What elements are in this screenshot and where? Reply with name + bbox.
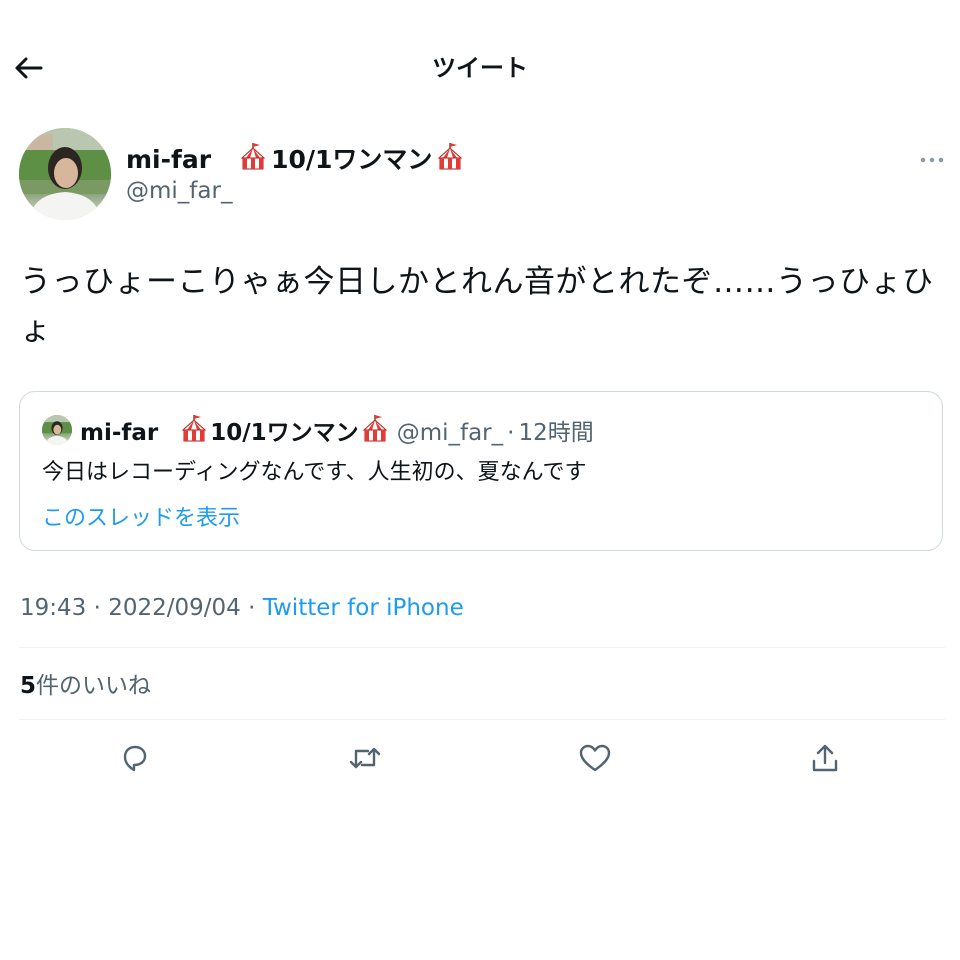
- circus-tent-icon: [361, 414, 389, 451]
- divider: [19, 719, 945, 720]
- tweet-source-link[interactable]: Twitter for iPhone: [263, 595, 464, 621]
- tweet-time: 19:43: [20, 595, 87, 621]
- quoted-header: mi-far 10/1ワンマン @mi_far_ · 12時間: [80, 414, 594, 451]
- author-handle[interactable]: @mi_far_: [126, 176, 232, 206]
- quoted-author-handle: @mi_far_: [396, 419, 504, 446]
- meta-separator: ·: [93, 595, 101, 621]
- tweet-meta: 19:43 · 2022/09/04 · Twitter for iPhone: [20, 592, 464, 624]
- like-button[interactable]: [575, 738, 615, 778]
- avatar-image: [19, 128, 111, 220]
- display-name[interactable]: mi-far 10/1ワンマン: [126, 142, 468, 178]
- author-name-suffix: 10/1ワンマン: [271, 145, 433, 174]
- quoted-author-name: mi-far: [80, 419, 159, 446]
- tweet-text: うっひょーこりゃぁ今日しかとれん音がとれたぞ……うっひょひょ: [20, 264, 934, 348]
- tweet-date[interactable]: 2022/09/04: [108, 595, 241, 621]
- likes-stat[interactable]: 5件のいいね: [20, 670, 151, 702]
- retweet-button[interactable]: [345, 738, 385, 778]
- quoted-separator: ·: [507, 419, 515, 446]
- likes-label: 件のいいね: [36, 673, 152, 699]
- quoted-author-name-suffix: 10/1ワンマン: [210, 419, 359, 446]
- divider: [19, 647, 945, 648]
- share-button[interactable]: [805, 738, 845, 778]
- quoted-tweet-text: 今日はレコーディングなんです、人生初の、夏なんです: [42, 460, 587, 485]
- quoted-time: 12時間: [518, 419, 594, 446]
- share-icon: [812, 744, 838, 772]
- quoted-avatar: [42, 415, 72, 445]
- reply-icon: [123, 745, 147, 772]
- circus-tent-icon: [239, 142, 267, 178]
- page-title: ツイート: [432, 54, 528, 82]
- show-thread-link[interactable]: このスレッドを表示: [42, 503, 240, 535]
- circus-tent-icon: [436, 142, 464, 178]
- heart-icon: [579, 744, 611, 772]
- author-name: mi-far: [126, 145, 212, 174]
- meta-separator: ·: [248, 595, 256, 621]
- reply-button[interactable]: [114, 738, 154, 778]
- retweet-icon: [349, 747, 381, 769]
- circus-tent-icon: [180, 414, 208, 451]
- likes-count: 5: [20, 673, 37, 699]
- more-icon: [920, 157, 944, 163]
- more-button[interactable]: [912, 148, 952, 172]
- avatar[interactable]: [19, 128, 111, 220]
